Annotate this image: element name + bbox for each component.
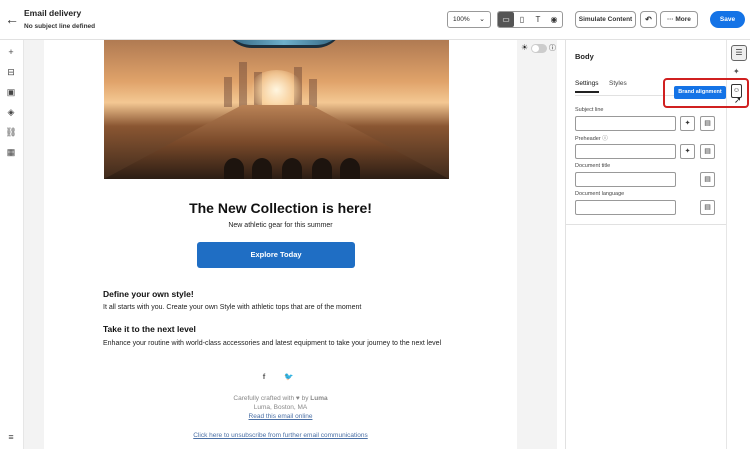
link-icon[interactable]: ⛓ xyxy=(4,125,18,139)
email-canvas: The New Collection is here! New athletic… xyxy=(24,40,557,449)
preheader-label-wrap: Preheader ⓘ xyxy=(575,134,608,142)
properties-icon[interactable]: ☰ xyxy=(731,45,747,61)
brand-alignment-tooltip: Brand alignment xyxy=(674,86,726,99)
section2-title[interactable]: Take it to the next level xyxy=(103,324,196,334)
preheader-personalize-icon[interactable]: ▤ xyxy=(700,144,715,159)
document-language-label: Document language xyxy=(575,191,625,197)
email-heading[interactable]: The New Collection is here! xyxy=(44,200,517,216)
add-icon[interactable]: + xyxy=(4,45,18,59)
subject-line-label: Subject line xyxy=(575,107,604,113)
email-subheading[interactable]: New athletic gear for this summer xyxy=(44,222,517,229)
section1-body[interactable]: It all starts with you. Create your own … xyxy=(103,302,463,313)
save-button[interactable]: Save xyxy=(710,11,745,28)
canvas-tools: ☀ ⓘ xyxy=(521,43,557,55)
assets-icon[interactable]: ▣ xyxy=(4,85,18,99)
tab-styles[interactable]: Styles xyxy=(609,80,627,91)
footer-unsubscribe-wrap: Click here to unsubscribe from further e… xyxy=(44,432,517,439)
panel-divider xyxy=(566,224,726,225)
light-mode-icon[interactable]: ☀ xyxy=(521,43,528,52)
desktop-view-icon[interactable]: ▭ xyxy=(498,12,514,27)
hero-silhouettes xyxy=(224,158,364,179)
hero-sun xyxy=(249,70,304,110)
text-view-icon[interactable]: T xyxy=(530,12,546,27)
layers-icon[interactable]: ◈ xyxy=(4,105,18,119)
footer-brand: Luma xyxy=(310,395,328,402)
footer-location: Luma, Boston, MA xyxy=(253,404,308,411)
panel-title: Body xyxy=(575,52,594,61)
unsubscribe-link[interactable]: Click here to unsubscribe from further e… xyxy=(193,432,367,439)
footer-read-online-wrap: Read this email online xyxy=(44,413,517,420)
hero-image[interactable] xyxy=(104,40,449,179)
hero-building xyxy=(239,62,247,107)
heart-icon: ♥ xyxy=(295,395,300,402)
mobile-view-icon[interactable]: ▯ xyxy=(514,12,530,27)
simulate-content-button[interactable]: Simulate Content xyxy=(575,11,636,28)
footer-crafted-prefix: Carefully crafted with xyxy=(233,395,295,402)
document-title-label: Document title xyxy=(575,163,611,169)
page-title: Email delivery xyxy=(24,8,82,18)
email-body[interactable]: The New Collection is here! New athletic… xyxy=(44,40,517,449)
app-header: ← Email delivery No subject line defined… xyxy=(0,0,750,40)
magic-wand-icon[interactable]: ✦ xyxy=(733,67,743,77)
zoom-select[interactable]: 100% ⌄ xyxy=(447,11,491,28)
hero-shoe xyxy=(224,40,344,48)
mouse-cursor-icon: ➚ xyxy=(734,95,742,105)
document-language-personalize-icon[interactable]: ▤ xyxy=(700,200,715,215)
subject-personalize-icon[interactable]: ▤ xyxy=(700,116,715,131)
undo-icon[interactable]: ↶ xyxy=(640,11,657,28)
hero-building xyxy=(309,79,317,107)
more-dots-icon: ··· xyxy=(667,16,674,23)
section1-title[interactable]: Define your own style! xyxy=(103,289,194,299)
twitter-icon[interactable]: 🐦 xyxy=(282,370,296,384)
left-toolbar: + ⊟ ▣ ◈ ⛓ ▦ ≡ xyxy=(0,40,24,449)
page-subtitle: No subject line defined xyxy=(24,23,96,30)
document-title-personalize-icon[interactable]: ▤ xyxy=(700,172,715,187)
tab-settings[interactable]: Settings xyxy=(575,80,599,93)
footer-crafted: Carefully crafted with ♥ by Luma xyxy=(44,395,517,402)
view-mode-group: ▭ ▯ T ◉ xyxy=(497,11,563,28)
preheader-info-icon[interactable]: ⓘ xyxy=(602,136,608,142)
hero-building xyxy=(224,77,232,107)
explore-today-button[interactable]: Explore Today xyxy=(197,242,355,268)
preheader-ai-icon[interactable]: ✦ xyxy=(680,144,695,159)
info-icon[interactable]: ⓘ xyxy=(549,43,556,53)
components-icon[interactable]: ⊟ xyxy=(4,65,18,79)
settings-bottom-icon[interactable]: ≡ xyxy=(4,430,18,444)
subject-line-input[interactable] xyxy=(575,116,676,131)
document-title-input[interactable] xyxy=(575,172,676,187)
more-label: More xyxy=(675,16,691,23)
subject-ai-icon[interactable]: ✦ xyxy=(680,116,695,131)
read-online-link[interactable]: Read this email online xyxy=(249,413,313,420)
dark-mode-toggle[interactable] xyxy=(531,44,547,53)
footer-by: by xyxy=(301,395,309,402)
fragments-icon[interactable]: ▦ xyxy=(4,145,18,159)
section2-body[interactable]: Enhance your routine with world-class ac… xyxy=(103,338,463,349)
back-arrow-icon[interactable]: ← xyxy=(4,11,20,27)
more-button[interactable]: ··· More xyxy=(660,11,698,28)
preview-eye-icon[interactable]: ◉ xyxy=(546,12,562,27)
zoom-value: 100% xyxy=(453,16,470,23)
preheader-label: Preheader xyxy=(575,136,601,142)
facebook-icon[interactable]: f xyxy=(257,370,271,384)
preheader-input[interactable] xyxy=(575,144,676,159)
chevron-down-icon: ⌄ xyxy=(479,16,485,23)
document-language-input[interactable] xyxy=(575,200,676,215)
